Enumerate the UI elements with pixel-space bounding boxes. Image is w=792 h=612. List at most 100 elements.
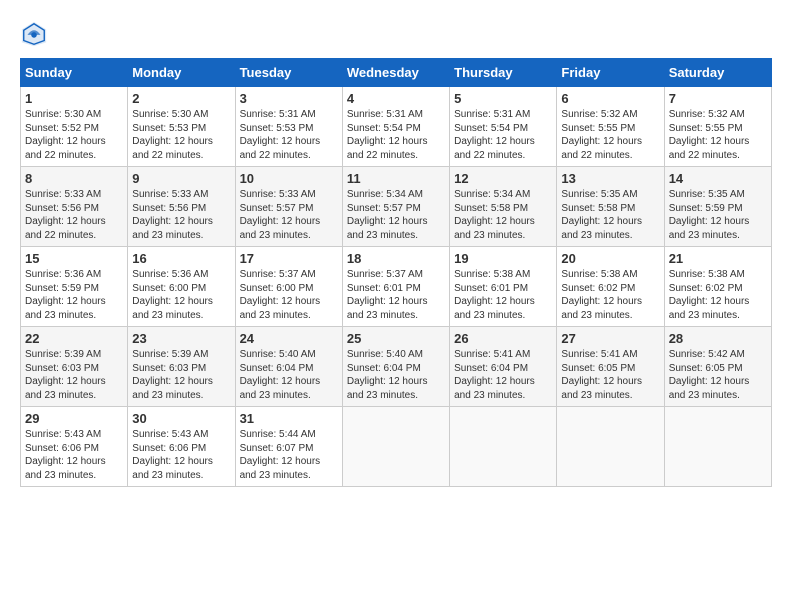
day-info: Sunrise: 5:41 AMSunset: 6:04 PMDaylight:… [454, 348, 552, 402]
day-info: Sunrise: 5:44 AMSunset: 6:07 PMDaylight:… [240, 428, 338, 482]
day-number: 16 [132, 251, 230, 266]
day-number: 7 [669, 91, 767, 106]
calendar-cell: 22 Sunrise: 5:39 AMSunset: 6:03 PMDayligh… [21, 327, 128, 407]
day-info: Sunrise: 5:36 AMSunset: 5:59 PMDaylight:… [25, 268, 123, 322]
day-info: Sunrise: 5:31 AMSunset: 5:54 PMDaylight:… [454, 108, 552, 162]
day-number: 19 [454, 251, 552, 266]
calendar-cell: 25Sunrise: 5:40 AMSunset: 6:04 PMDayligh… [342, 327, 449, 407]
day-info: Sunrise: 5:31 AMSunset: 5:53 PMDaylight:… [240, 108, 338, 162]
logo [20, 20, 52, 48]
calendar-table: SundayMondayTuesdayWednesdayThursdayFrid… [20, 58, 772, 487]
day-info: Sunrise: 5:42 AMSunset: 6:05 PMDaylight:… [669, 348, 767, 402]
calendar-cell: 19 Sunrise: 5:38 AMSunset: 6:01 PMDayligh… [450, 247, 557, 327]
day-number: 12 [454, 171, 552, 186]
calendar-cell: 5 Sunrise: 5:31 AMSunset: 5:54 PMDaylight… [450, 87, 557, 167]
day-info: Sunrise: 5:37 AMSunset: 6:00 PMDaylight:… [240, 268, 338, 322]
day-number: 2 [132, 91, 230, 106]
day-number: 26 [454, 331, 552, 346]
day-number: 27 [561, 331, 659, 346]
day-number: 3 [240, 91, 338, 106]
calendar-week-1: 1 Sunrise: 5:30 AMSunset: 5:52 PMDaylight… [21, 87, 772, 167]
day-number: 10 [240, 171, 338, 186]
calendar-cell: 29 Sunrise: 5:43 AMSunset: 6:06 PMDayligh… [21, 407, 128, 487]
calendar-cell [450, 407, 557, 487]
day-number: 31 [240, 411, 338, 426]
day-number: 20 [561, 251, 659, 266]
day-info: Sunrise: 5:38 AMSunset: 6:02 PMDaylight:… [561, 268, 659, 322]
calendar-cell [342, 407, 449, 487]
calendar-cell: 21Sunrise: 5:38 AMSunset: 6:02 PMDayligh… [664, 247, 771, 327]
day-info: Sunrise: 5:39 AMSunset: 6:03 PMDaylight:… [25, 348, 123, 402]
day-info: Sunrise: 5:43 AMSunset: 6:06 PMDaylight:… [132, 428, 230, 482]
day-number: 28 [669, 331, 767, 346]
logo-icon [20, 20, 48, 48]
day-number: 14 [669, 171, 767, 186]
calendar-header-sunday: Sunday [21, 59, 128, 87]
day-info: Sunrise: 5:33 AMSunset: 5:56 PMDaylight:… [25, 188, 123, 242]
calendar-cell: 2 Sunrise: 5:30 AMSunset: 5:53 PMDaylight… [128, 87, 235, 167]
day-info: Sunrise: 5:34 AMSunset: 5:58 PMDaylight:… [454, 188, 552, 242]
calendar-cell: 23Sunrise: 5:39 AMSunset: 6:03 PMDayligh… [128, 327, 235, 407]
day-number: 17 [240, 251, 338, 266]
calendar-header-wednesday: Wednesday [342, 59, 449, 87]
day-number: 4 [347, 91, 445, 106]
day-info: Sunrise: 5:39 AMSunset: 6:03 PMDaylight:… [132, 348, 230, 402]
day-number: 11 [347, 171, 445, 186]
calendar-week-5: 29 Sunrise: 5:43 AMSunset: 6:06 PMDayligh… [21, 407, 772, 487]
calendar-cell: 16 Sunrise: 5:36 AMSunset: 6:00 PMDayligh… [128, 247, 235, 327]
day-info: Sunrise: 5:34 AMSunset: 5:57 PMDaylight:… [347, 188, 445, 242]
day-info: Sunrise: 5:43 AMSunset: 6:06 PMDaylight:… [25, 428, 123, 482]
day-number: 8 [25, 171, 123, 186]
calendar-cell: 27 Sunrise: 5:41 AMSunset: 6:05 PMDayligh… [557, 327, 664, 407]
calendar-cell: 3 Sunrise: 5:31 AMSunset: 5:53 PMDaylight… [235, 87, 342, 167]
calendar-cell: 9Sunrise: 5:33 AMSunset: 5:56 PMDaylight… [128, 167, 235, 247]
day-number: 9 [132, 171, 230, 186]
calendar-cell: 11 Sunrise: 5:34 AMSunset: 5:57 PMDayligh… [342, 167, 449, 247]
day-info: Sunrise: 5:33 AMSunset: 5:57 PMDaylight:… [240, 188, 338, 242]
calendar-cell: 1 Sunrise: 5:30 AMSunset: 5:52 PMDaylight… [21, 87, 128, 167]
calendar-cell: 24Sunrise: 5:40 AMSunset: 6:04 PMDayligh… [235, 327, 342, 407]
calendar-week-2: 8 Sunrise: 5:33 AMSunset: 5:56 PMDaylight… [21, 167, 772, 247]
calendar-cell: 15 Sunrise: 5:36 AMSunset: 5:59 PMDayligh… [21, 247, 128, 327]
calendar-cell: 7 Sunrise: 5:32 AMSunset: 5:55 PMDaylight… [664, 87, 771, 167]
day-info: Sunrise: 5:38 AMSunset: 6:01 PMDaylight:… [454, 268, 552, 322]
day-info: Sunrise: 5:36 AMSunset: 6:00 PMDaylight:… [132, 268, 230, 322]
calendar-cell: 18 Sunrise: 5:37 AMSunset: 6:01 PMDayligh… [342, 247, 449, 327]
day-info: Sunrise: 5:40 AMSunset: 6:04 PMDaylight:… [347, 348, 445, 402]
calendar-header-saturday: Saturday [664, 59, 771, 87]
day-info: Sunrise: 5:40 AMSunset: 6:04 PMDaylight:… [240, 348, 338, 402]
day-number: 29 [25, 411, 123, 426]
day-info: Sunrise: 5:30 AMSunset: 5:52 PMDaylight:… [25, 108, 123, 162]
calendar-header-friday: Friday [557, 59, 664, 87]
day-number: 30 [132, 411, 230, 426]
calendar-cell: 6 Sunrise: 5:32 AMSunset: 5:55 PMDaylight… [557, 87, 664, 167]
calendar-week-3: 15 Sunrise: 5:36 AMSunset: 5:59 PMDayligh… [21, 247, 772, 327]
day-info: Sunrise: 5:35 AMSunset: 5:58 PMDaylight:… [561, 188, 659, 242]
calendar-header-thursday: Thursday [450, 59, 557, 87]
calendar-header-monday: Monday [128, 59, 235, 87]
calendar-cell: 12 Sunrise: 5:34 AMSunset: 5:58 PMDayligh… [450, 167, 557, 247]
day-info: Sunrise: 5:35 AMSunset: 5:59 PMDaylight:… [669, 188, 767, 242]
calendar-header-row: SundayMondayTuesdayWednesdayThursdayFrid… [21, 59, 772, 87]
day-info: Sunrise: 5:32 AMSunset: 5:55 PMDaylight:… [669, 108, 767, 162]
calendar-cell: 17 Sunrise: 5:37 AMSunset: 6:00 PMDayligh… [235, 247, 342, 327]
day-info: Sunrise: 5:38 AMSunset: 6:02 PMDaylight:… [669, 268, 767, 322]
day-number: 5 [454, 91, 552, 106]
calendar-cell [557, 407, 664, 487]
day-info: Sunrise: 5:32 AMSunset: 5:55 PMDaylight:… [561, 108, 659, 162]
calendar-cell: 31 Sunrise: 5:44 AMSunset: 6:07 PMDayligh… [235, 407, 342, 487]
calendar-cell: 26 Sunrise: 5:41 AMSunset: 6:04 PMDayligh… [450, 327, 557, 407]
day-number: 6 [561, 91, 659, 106]
day-info: Sunrise: 5:30 AMSunset: 5:53 PMDaylight:… [132, 108, 230, 162]
day-info: Sunrise: 5:37 AMSunset: 6:01 PMDaylight:… [347, 268, 445, 322]
calendar-week-4: 22 Sunrise: 5:39 AMSunset: 6:03 PMDayligh… [21, 327, 772, 407]
day-number: 18 [347, 251, 445, 266]
day-number: 22 [25, 331, 123, 346]
calendar-cell: 8 Sunrise: 5:33 AMSunset: 5:56 PMDaylight… [21, 167, 128, 247]
day-number: 13 [561, 171, 659, 186]
calendar-cell: 13 Sunrise: 5:35 AMSunset: 5:58 PMDayligh… [557, 167, 664, 247]
day-number: 15 [25, 251, 123, 266]
day-number: 1 [25, 91, 123, 106]
calendar-cell [664, 407, 771, 487]
day-info: Sunrise: 5:41 AMSunset: 6:05 PMDaylight:… [561, 348, 659, 402]
